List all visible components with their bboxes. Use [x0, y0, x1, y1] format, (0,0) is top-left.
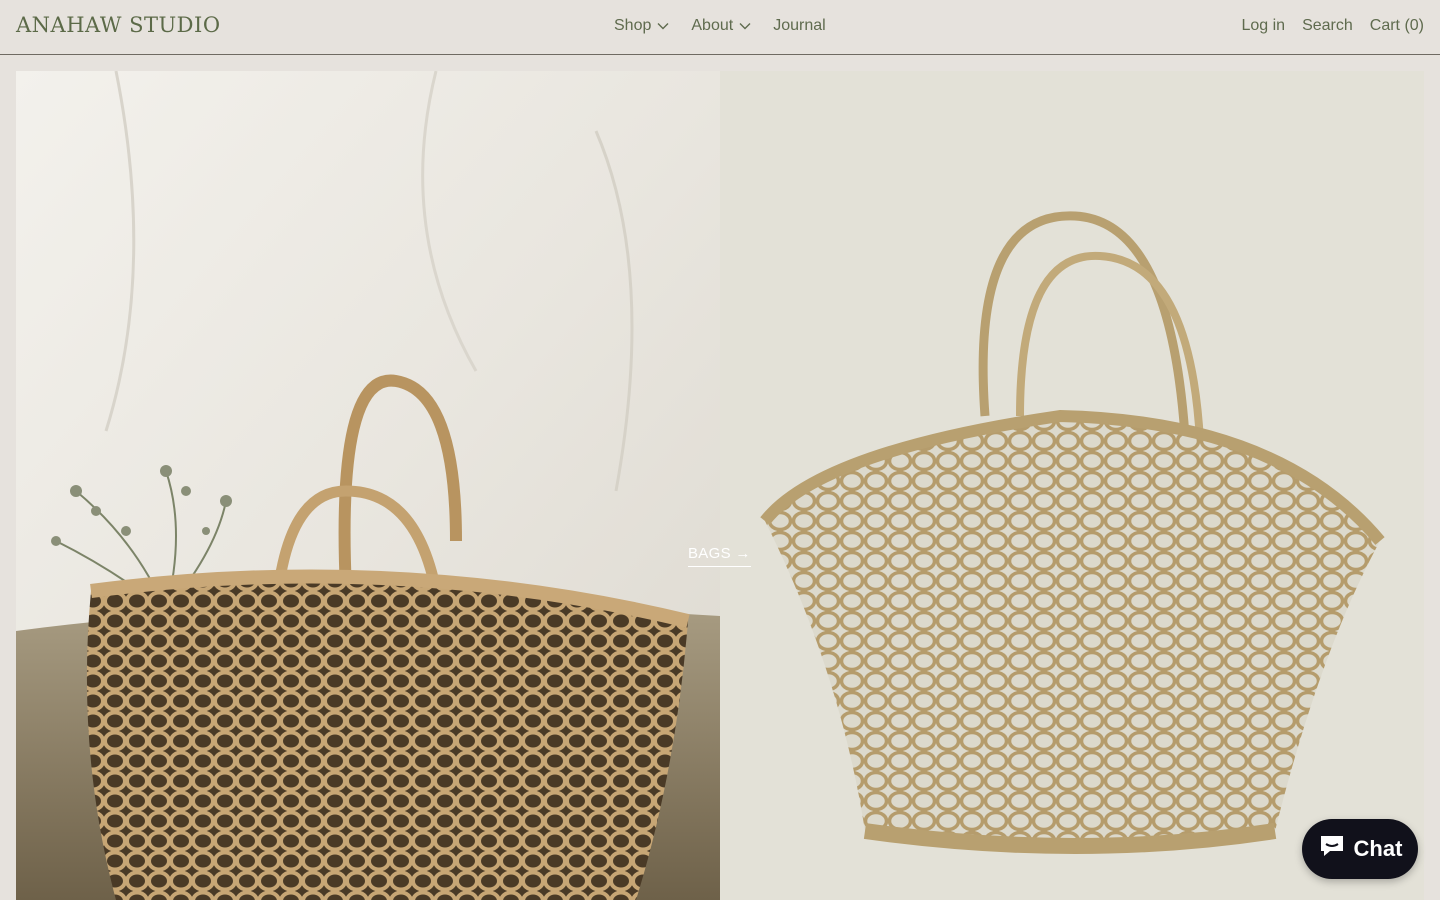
hero-image-right[interactable]: [720, 71, 1424, 900]
cart-link[interactable]: Cart (0): [1370, 17, 1424, 35]
login-link[interactable]: Log in: [1241, 17, 1285, 35]
nav-about-label: About: [691, 17, 734, 34]
chat-button-label: Chat: [1353, 836, 1403, 861]
nav-about[interactable]: About: [691, 17, 751, 35]
chevron-down-icon: [739, 22, 751, 30]
nav-journal-label: Journal: [773, 17, 826, 34]
site-header: ANAHAW STUDIO Shop About Journal Log in …: [0, 0, 1440, 55]
chevron-down-icon: [657, 22, 669, 30]
nav-journal[interactable]: Journal: [773, 17, 825, 35]
account-nav: Log in Search Cart (0): [1241, 17, 1424, 35]
bags-collection-link[interactable]: BAGS →: [688, 545, 751, 567]
nav-shop[interactable]: Shop: [614, 17, 669, 35]
chat-button[interactable]: Chat: [1302, 819, 1418, 879]
hero-banner: BAGS →: [16, 71, 1424, 900]
hero-image-left[interactable]: [16, 71, 720, 900]
site-logo[interactable]: ANAHAW STUDIO: [16, 13, 221, 37]
main-nav: Shop About Journal: [614, 17, 826, 35]
chat-bubble-icon: [1318, 833, 1346, 865]
nav-shop-label: Shop: [614, 17, 652, 34]
search-link[interactable]: Search: [1302, 17, 1353, 35]
